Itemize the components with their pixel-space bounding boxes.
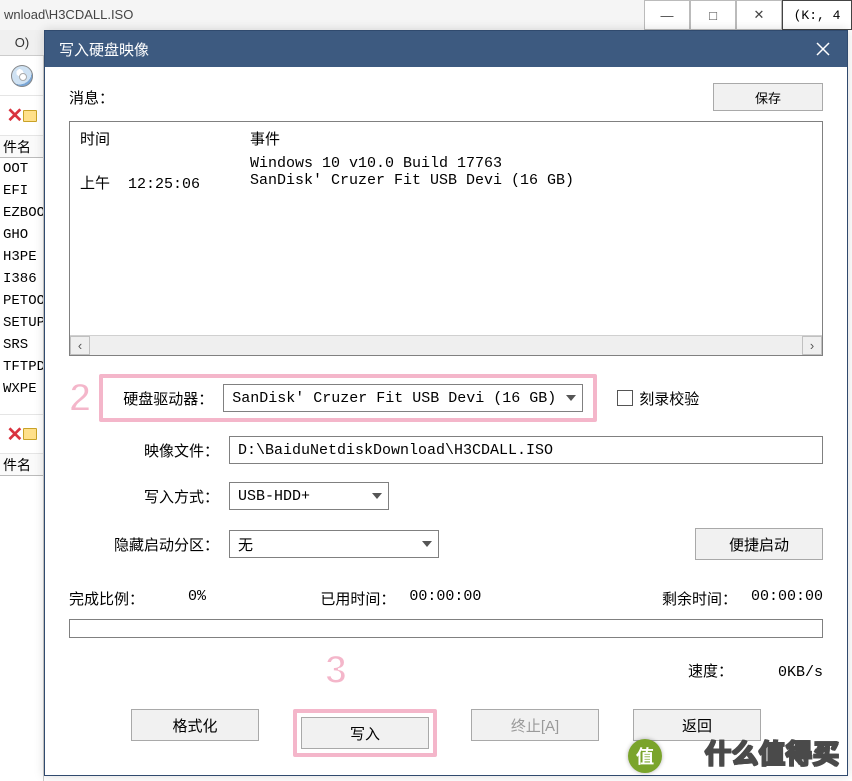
chevron-down-icon [566,395,576,401]
watermark-badge-icon: 值 [628,739,662,773]
drive-select-value: SanDisk' Cruzer Fit USB Devi (16 GB) [232,390,556,407]
hidden-boot-select[interactable]: 无 [229,530,439,558]
list-item[interactable]: GHO [0,224,43,246]
scroll-track[interactable] [90,336,802,355]
list-item[interactable]: SETUP [0,312,43,334]
write-method-select[interactable]: USB-HDD+ [229,482,389,510]
parent-left-sidebar: ✕ 件名 OOT EFI EZBOOT GHO H3PE I386 PETOO … [0,56,44,781]
drive-label: 硬盘驱动器： [113,388,223,409]
list-item[interactable]: TFTPD [0,356,43,378]
log-time [80,155,250,172]
scroll-right-icon[interactable]: › [802,336,822,355]
parent-menu-fragment[interactable]: O) [0,30,44,56]
format-button[interactable]: 格式化 [131,709,259,741]
hidden-boot-value: 无 [238,534,253,555]
log-event: Windows 10 v10.0 Build 17763 [250,155,502,172]
speed-label: 速度： [688,664,733,681]
messages-label: 消息： [69,87,114,108]
image-file-label: 映像文件： [69,440,229,461]
dialog-title: 写入硬盘映像 [59,39,149,60]
drive-letter-badge: (K:, 4 [782,0,852,30]
list-item[interactable]: EFI [0,180,43,202]
hidden-boot-label: 隐藏启动分区： [69,534,229,555]
list-item[interactable]: EZBOOT [0,202,43,224]
abort-button: 终止[A] [471,709,599,741]
annotation-number-2: 2 [69,376,91,421]
message-log: 时间 事件 Windows 10 v10.0 Build 17763 上午 12… [69,121,823,356]
highlight-write-button: 写入 [293,709,437,757]
write-method-value: USB-HDD+ [238,488,310,505]
elapsed-label: 已用时间： [320,588,395,609]
log-row: 上午 12:25:06 SanDisk' Cruzer Fit USB Devi… [80,172,812,193]
list-item[interactable]: H3PE [0,246,43,268]
list-item[interactable]: WXPE [0,378,43,400]
speed-value: 0KB/s [778,664,823,681]
drive-select[interactable]: SanDisk' Cruzer Fit USB Devi (16 GB) [223,384,583,412]
write-method-label: 写入方式： [69,486,229,507]
dialog-titlebar[interactable]: 写入硬盘映像 [45,31,847,67]
parent-close-button[interactable]: ✕ [736,0,782,30]
horizontal-scrollbar[interactable]: ‹ › [70,335,822,355]
toolbar-row-delete-2: ✕ [0,414,43,454]
chevron-down-icon [372,493,382,499]
parent-window-controls: — □ ✕ [644,0,782,30]
remaining-label: 剩余时间： [662,588,737,609]
file-list-header-2: 件名 [0,454,43,476]
log-row: Windows 10 v10.0 Build 17763 [80,155,812,172]
remaining-value: 00:00:00 [751,588,823,609]
elapsed-value: 00:00:00 [409,588,481,609]
chevron-down-icon [422,541,432,547]
checkbox-box-icon [617,390,633,406]
burn-verify-checkbox[interactable]: 刻录校验 [617,388,699,409]
watermark-text: 什么值得买 [705,734,840,771]
write-button[interactable]: 写入 [301,717,429,749]
quick-boot-button[interactable]: 便捷启动 [695,528,823,560]
write-disk-image-dialog: 写入硬盘映像 消息： 保存 时间 事件 Windows 10 v10.0 Bui… [44,30,848,776]
close-icon[interactable] [809,35,837,63]
save-button[interactable]: 保存 [713,83,823,111]
log-col-event: 事件 [250,128,280,149]
burn-verify-label: 刻录校验 [639,388,699,409]
log-body[interactable]: Windows 10 v10.0 Build 17763 上午 12:25:06… [70,153,822,335]
highlight-drive-row: 硬盘驱动器： SanDisk' Cruzer Fit USB Devi (16 … [99,374,597,422]
list-item[interactable]: I386 [0,268,43,290]
progress-bar [69,619,823,638]
log-col-time: 时间 [80,128,250,149]
log-time: 上午 12:25:06 [80,172,250,193]
scroll-left-icon[interactable]: ‹ [70,336,90,355]
list-item[interactable]: PETOO [0,290,43,312]
toolbar-row-disc [0,56,43,96]
toolbar-row-delete: ✕ [0,96,43,136]
list-item[interactable]: SRS [0,334,43,356]
log-event: SanDisk' Cruzer Fit USB Devi (16 GB) [250,172,574,193]
folder-icon[interactable] [23,428,37,440]
done-ratio-label: 完成比例： [69,588,144,609]
disc-icon[interactable] [11,65,33,87]
list-item[interactable]: OOT [0,158,43,180]
parent-maximize-button[interactable]: □ [690,0,736,30]
image-file-field[interactable]: D:\BaiduNetdiskDownload\H3CDALL.ISO [229,436,823,464]
file-list-header: 件名 [0,136,43,158]
image-file-value: D:\BaiduNetdiskDownload\H3CDALL.ISO [238,442,553,459]
folder-icon[interactable] [23,110,37,122]
annotation-number-3: 3 [325,648,347,692]
parent-minimize-button[interactable]: — [644,0,690,30]
done-ratio-value: 0% [188,588,206,609]
